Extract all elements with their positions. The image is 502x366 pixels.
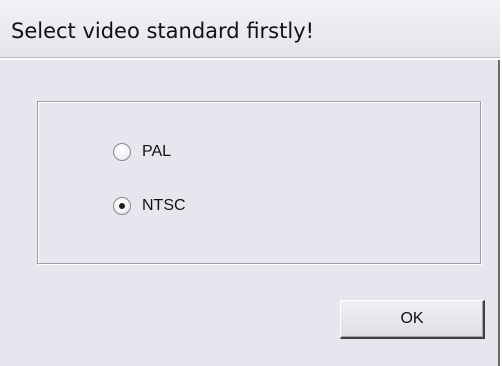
radio-ntsc-label[interactable]: NTSC [142, 197, 186, 215]
radio-option-ntsc[interactable]: NTSC [113, 195, 186, 217]
radio-selected-dot-icon [119, 203, 125, 209]
radio-ntsc-button[interactable] [113, 197, 131, 215]
radio-option-pal[interactable]: PAL [113, 141, 171, 163]
radio-pal-button[interactable] [113, 143, 131, 161]
dialog-titlebar: Select video standard firstly! [0, 0, 500, 57]
ok-button[interactable]: OK [340, 300, 485, 339]
video-standard-group [37, 101, 481, 264]
radio-pal-label[interactable]: PAL [142, 143, 171, 161]
video-standard-dialog: Select video standard firstly! PAL NTSC … [0, 0, 500, 366]
title-separator [0, 57, 500, 60]
dialog-title: Select video standard firstly! [11, 19, 315, 43]
